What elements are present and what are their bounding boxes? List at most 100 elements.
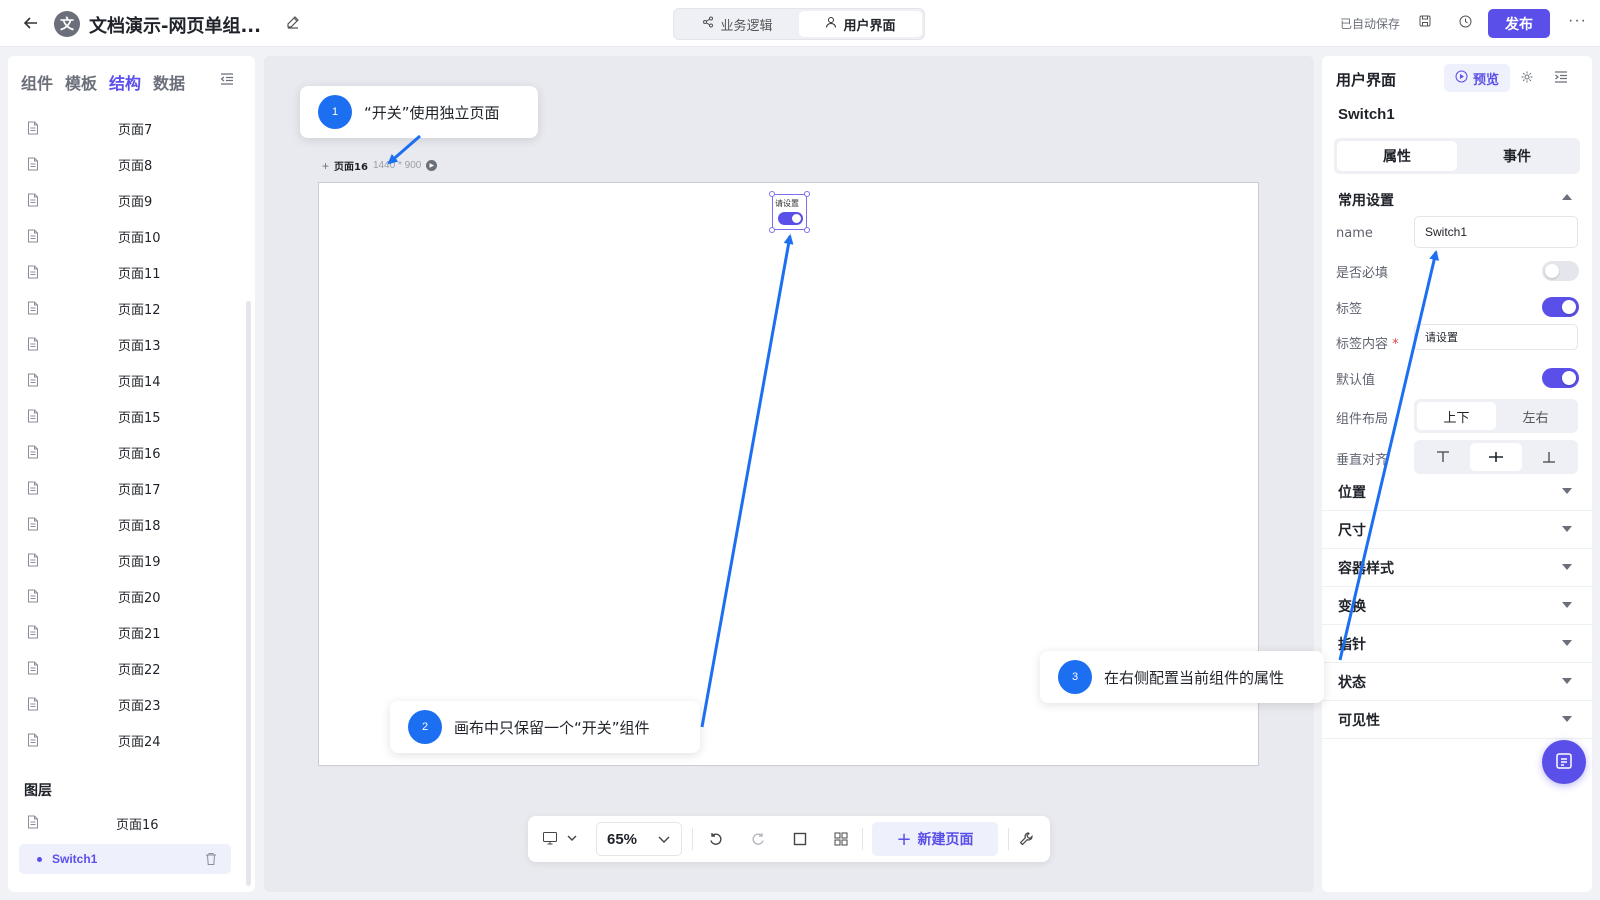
caret-down-icon[interactable] (1562, 602, 1572, 608)
edit-pencil-icon[interactable] (286, 15, 302, 31)
caret-down-icon[interactable] (1562, 564, 1572, 570)
switch-widget[interactable]: 请设置 (769, 191, 810, 233)
page-list-item[interactable]: 页面16 (8, 434, 246, 470)
required-label: 是否必填 (1336, 266, 1389, 281)
undo-icon[interactable] (708, 831, 724, 847)
callout-3-text: 在右侧配置当前组件的属性 (1104, 668, 1285, 687)
canvas-page-size: 1440 * 900 (372, 160, 422, 171)
resize-handle[interactable] (804, 191, 810, 197)
move-handle-icon[interactable]: + (322, 159, 329, 173)
resize-handle[interactable] (769, 227, 775, 233)
redo-icon[interactable] (750, 831, 766, 847)
page-list-item[interactable]: 页面12 (8, 290, 246, 326)
device-selector[interactable] (542, 830, 578, 849)
align-top-icon[interactable] (1417, 443, 1470, 471)
page-list-item[interactable]: 页面10 (8, 218, 246, 254)
callout-2-text: 画布中只保留一个“开关”组件 (454, 718, 650, 737)
chevron-down-icon (566, 832, 578, 847)
caret-down-icon[interactable] (1562, 716, 1572, 722)
name-field[interactable]: Switch1 (1414, 216, 1578, 248)
page-list-item[interactable]: 页面22 (8, 650, 246, 686)
layer-component-item[interactable]: Switch1 (19, 844, 231, 874)
page-list-item[interactable]: 页面7 (8, 110, 246, 146)
caret-down-icon[interactable] (1562, 678, 1572, 684)
page-list-item[interactable]: 页面20 (8, 578, 246, 614)
page-list-scrollbar[interactable] (246, 301, 251, 886)
caret-down-icon[interactable] (1562, 640, 1572, 646)
section-common-settings[interactable]: 常用设置 (1338, 190, 1394, 210)
tab-data[interactable]: 数据 (153, 70, 185, 94)
document-icon (27, 517, 39, 531)
caret-up-icon[interactable] (1562, 194, 1572, 200)
align-bottom-icon[interactable] (1522, 443, 1575, 471)
show-label-toggle[interactable] (1542, 297, 1579, 317)
page-list-item[interactable]: 页面11 (8, 254, 246, 290)
caret-down-icon[interactable] (1562, 488, 1572, 494)
page-list-item[interactable]: 页面23 (8, 686, 246, 722)
section-header[interactable]: 位置 (1338, 482, 1366, 502)
tab-events[interactable]: 事件 (1457, 141, 1577, 171)
more-icon[interactable]: ··· (1568, 12, 1587, 30)
tab-templates[interactable]: 模板 (65, 70, 97, 94)
layer-page-item[interactable]: 页面16 (8, 804, 246, 840)
section-header[interactable]: 指针 (1338, 634, 1366, 654)
page-list-item[interactable]: 页面15 (8, 398, 246, 434)
default-value-toggle[interactable] (1542, 368, 1579, 388)
tab-business-logic[interactable]: 业务逻辑 (676, 11, 799, 37)
grid-icon[interactable] (833, 831, 849, 847)
settings-gear-icon[interactable] (1520, 70, 1536, 86)
preview-button[interactable]: 预览 (1444, 64, 1510, 92)
page-list-item[interactable]: 页面14 (8, 362, 246, 398)
document-icon (27, 733, 39, 747)
share-nodes-icon (702, 16, 714, 32)
page-list-item[interactable]: 页面18 (8, 506, 246, 542)
tab-components[interactable]: 组件 (21, 70, 53, 94)
page-list-item[interactable]: 页面24 (8, 722, 246, 758)
page-list-item[interactable]: 页面19 (8, 542, 246, 578)
section-header[interactable]: 尺寸 (1338, 520, 1366, 540)
collapse-panel-icon[interactable] (1554, 70, 1570, 86)
publish-button[interactable]: 发布 (1488, 9, 1550, 38)
page-list-item[interactable]: 页面21 (8, 614, 246, 650)
resize-handle[interactable] (804, 227, 810, 233)
page-list-item[interactable]: 页面8 (8, 146, 246, 182)
zoom-select[interactable]: 65% (596, 822, 682, 856)
tab-properties[interactable]: 属性 (1337, 141, 1457, 171)
app-title: 文档演示-网页单组... (89, 16, 261, 37)
page-list-item[interactable]: 页面9 (8, 182, 246, 218)
section-header[interactable]: 容器样式 (1338, 558, 1394, 578)
assistant-fab[interactable] (1542, 740, 1586, 784)
layout-option-vertical[interactable]: 上下 (1417, 402, 1496, 430)
callout-3-number: 3 (1058, 660, 1092, 694)
resize-handle[interactable] (769, 191, 775, 197)
section-header[interactable]: 可见性 (1338, 710, 1380, 730)
play-icon[interactable]: ▶ (426, 160, 438, 171)
divider (1322, 624, 1592, 625)
page-list-item-label: 页面8 (118, 158, 153, 174)
section-header[interactable]: 状态 (1338, 672, 1366, 692)
page-list-item[interactable]: 页面17 (8, 470, 246, 506)
collapse-panel-icon[interactable] (220, 72, 236, 88)
history-icon[interactable] (1458, 14, 1476, 32)
required-toggle[interactable] (1542, 261, 1579, 281)
wrench-icon[interactable] (1018, 831, 1034, 847)
save-icon[interactable] (1418, 14, 1436, 32)
document-icon (27, 409, 39, 423)
trash-icon[interactable] (205, 852, 217, 866)
frame-icon[interactable] (792, 831, 808, 847)
tab-structure[interactable]: 结构 (109, 70, 141, 94)
section-header[interactable]: 变换 (1338, 596, 1366, 616)
page-list-item[interactable]: 页面13 (8, 326, 246, 362)
caret-down-icon[interactable] (1562, 526, 1572, 532)
document-icon (27, 193, 39, 207)
align-middle-icon[interactable] (1469, 443, 1523, 471)
chevron-down-icon (657, 832, 671, 846)
new-page-button[interactable]: + 新建页面 (872, 822, 998, 856)
label-content-field[interactable]: 请设置 (1414, 324, 1578, 350)
layout-option-horizontal[interactable]: 左右 (1496, 402, 1575, 430)
document-icon (27, 229, 39, 243)
back-arrow-icon[interactable] (20, 12, 42, 34)
switch-widget-toggle[interactable] (778, 212, 803, 225)
tab-user-interface[interactable]: 用户界面 (799, 11, 922, 37)
divider (692, 828, 693, 850)
